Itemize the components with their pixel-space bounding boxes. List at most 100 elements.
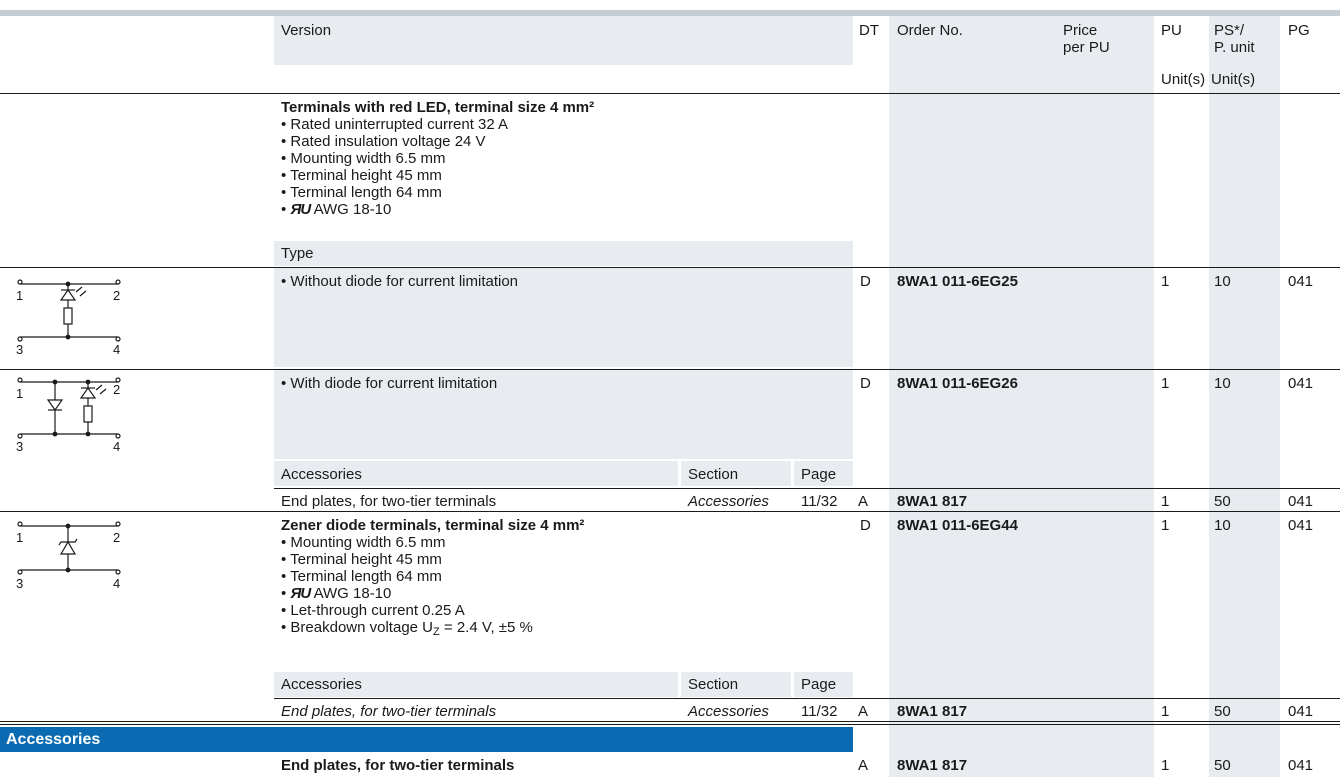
acc1-dt: A bbox=[858, 493, 869, 510]
zener-order-no[interactable]: 8WA1 011-6EG44 bbox=[897, 517, 1018, 534]
zener-bullet-1: • Mounting width 6.5 mm bbox=[281, 534, 446, 551]
zener-bullet-breakdown: • Breakdown voltage UZ = 2.4 V, ±5 % bbox=[281, 619, 533, 638]
header-order-no: Order No. bbox=[897, 22, 963, 39]
order-column-panel bbox=[889, 16, 1154, 777]
row2-pu: 1 bbox=[1161, 375, 1170, 392]
acc1-order-no[interactable]: 8WA1 817 bbox=[897, 493, 967, 510]
bar-rule-2 bbox=[0, 724, 1340, 725]
node-4-label: 4 bbox=[113, 342, 120, 357]
header-dt: DT bbox=[859, 22, 879, 39]
header-pg: PG bbox=[1288, 22, 1310, 39]
acc2-header-label: Accessories bbox=[281, 676, 362, 693]
row1-pg: 041 bbox=[1288, 273, 1314, 290]
acc2-pu: 1 bbox=[1161, 703, 1170, 720]
acc1-header-label: Accessories bbox=[281, 466, 362, 483]
acc1-header-page: Page bbox=[801, 466, 837, 483]
acc2-section-link[interactable]: Accessories bbox=[688, 703, 769, 720]
row1-rule bbox=[0, 267, 1340, 268]
node-2-label: 2 bbox=[113, 288, 120, 303]
row1-ps: 10 bbox=[1214, 273, 1231, 290]
acc1-version: End plates, for two-tier terminals bbox=[281, 493, 497, 510]
zener-section-title: Zener diode terminals, terminal size 4 m… bbox=[281, 517, 585, 534]
led-bullet-2: • Rated insulation voltage 24 V bbox=[281, 133, 486, 150]
circuit-diagram-led: 1 2 3 4 bbox=[16, 279, 121, 357]
acc1-rule bbox=[274, 488, 1340, 489]
bar-row-version: End plates, for two-tier terminals bbox=[281, 757, 515, 774]
zener-bullet-2: • Terminal height 45 mm bbox=[281, 551, 442, 568]
acc1-pu: 1 bbox=[1161, 493, 1170, 510]
row2-dt: D bbox=[860, 375, 871, 392]
zener-ps: 10 bbox=[1214, 517, 1231, 534]
row1-pu: 1 bbox=[1161, 273, 1170, 290]
row1-order-no[interactable]: 8WA1 011-6EG25 bbox=[897, 273, 1018, 290]
zener-dt: D bbox=[860, 517, 871, 534]
row2-rule bbox=[0, 369, 1340, 370]
acc1-section-link[interactable]: Accessories bbox=[688, 493, 769, 510]
row2-version: • With diode for current limitation bbox=[281, 375, 498, 392]
acc2-header-page: Page bbox=[801, 676, 837, 693]
led-bullet-1: • Rated uninterrupted current 32 A bbox=[281, 116, 509, 133]
led-section-title: Terminals with red LED, terminal size 4 … bbox=[281, 99, 595, 116]
ps-column-panel bbox=[1209, 16, 1280, 777]
header-pu: PU bbox=[1161, 22, 1182, 39]
led-bullet-ul: • ЯU AWG 18-10 bbox=[281, 201, 392, 218]
acc1-ps: 50 bbox=[1214, 493, 1231, 510]
header-ps-line1: PS*/ bbox=[1214, 22, 1245, 39]
node-4-label: 4 bbox=[113, 576, 120, 591]
header-ps-line2: P. unit bbox=[1214, 39, 1255, 56]
type-label: Type bbox=[281, 245, 314, 262]
bar-row-order-no[interactable]: 8WA1 817 bbox=[897, 757, 967, 774]
node-4-label: 4 bbox=[113, 439, 120, 454]
header-price-line2: per PU bbox=[1063, 39, 1110, 56]
ul-logo-icon: ЯU bbox=[290, 585, 311, 602]
node-1-label: 1 bbox=[16, 530, 23, 545]
node-2-label: 2 bbox=[113, 530, 120, 545]
node-1-label: 1 bbox=[16, 386, 23, 401]
led-bullet-4: • Terminal height 45 mm bbox=[281, 167, 442, 184]
node-3-label: 3 bbox=[16, 342, 23, 357]
acc1-header-section: Section bbox=[688, 466, 739, 483]
bar-row-ps: 50 bbox=[1214, 757, 1231, 774]
header-rule bbox=[0, 93, 1340, 94]
ul-logo-icon: ЯU bbox=[290, 201, 311, 218]
acc2-header-section: Section bbox=[688, 676, 739, 693]
zener-bullet-let-through: • Let-through current 0.25 A bbox=[281, 602, 465, 619]
accessories-bar-label: Accessories bbox=[6, 731, 101, 748]
node-3-label: 3 bbox=[16, 576, 23, 591]
acc2-page: 11/32 bbox=[801, 703, 838, 720]
version-header-panel bbox=[274, 16, 853, 65]
header-version: Version bbox=[281, 22, 332, 39]
bar-row-pg: 041 bbox=[1288, 757, 1314, 774]
acc2-ps: 50 bbox=[1214, 703, 1231, 720]
header-price-line1: Price bbox=[1063, 22, 1098, 39]
acc1-pg: 041 bbox=[1288, 493, 1314, 510]
accessories-bar bbox=[0, 727, 853, 752]
acc2-order-no[interactable]: 8WA1 817 bbox=[897, 703, 967, 720]
node-2-label: 2 bbox=[113, 382, 120, 397]
row2-order-no[interactable]: 8WA1 011-6EG26 bbox=[897, 375, 1018, 392]
acc1-page: 11/32 bbox=[801, 493, 838, 510]
zener-pg: 041 bbox=[1288, 517, 1314, 534]
node-3-label: 3 bbox=[16, 439, 23, 454]
zener-rule bbox=[0, 511, 1340, 512]
header-unit-pu: Unit(s) bbox=[1161, 71, 1206, 88]
zener-bullet-3: • Terminal length 64 mm bbox=[281, 568, 442, 585]
header-unit-ps: Unit(s) bbox=[1211, 71, 1256, 88]
acc2-dt: A bbox=[858, 703, 869, 720]
type-label-panel bbox=[274, 241, 853, 266]
acc2-pg: 041 bbox=[1288, 703, 1314, 720]
node-1-label: 1 bbox=[16, 288, 23, 303]
bar-row-dt: A bbox=[858, 757, 869, 774]
acc2-version: End plates, for two-tier terminals bbox=[281, 703, 497, 720]
bar-rule bbox=[0, 721, 1340, 722]
row1-dt: D bbox=[860, 273, 871, 290]
acc2-rule bbox=[274, 698, 1340, 699]
row2-pg: 041 bbox=[1288, 375, 1314, 392]
row2-ps: 10 bbox=[1214, 375, 1231, 392]
circuit-diagram-led-diode: 1 2 3 4 bbox=[16, 377, 121, 454]
bar-row-pu: 1 bbox=[1161, 757, 1170, 774]
led-bullet-5: • Terminal length 64 mm bbox=[281, 184, 442, 201]
zener-pu: 1 bbox=[1161, 517, 1170, 534]
circuit-diagram-zener: 1 2 3 4 bbox=[16, 521, 121, 591]
led-bullet-3: • Mounting width 6.5 mm bbox=[281, 150, 446, 167]
